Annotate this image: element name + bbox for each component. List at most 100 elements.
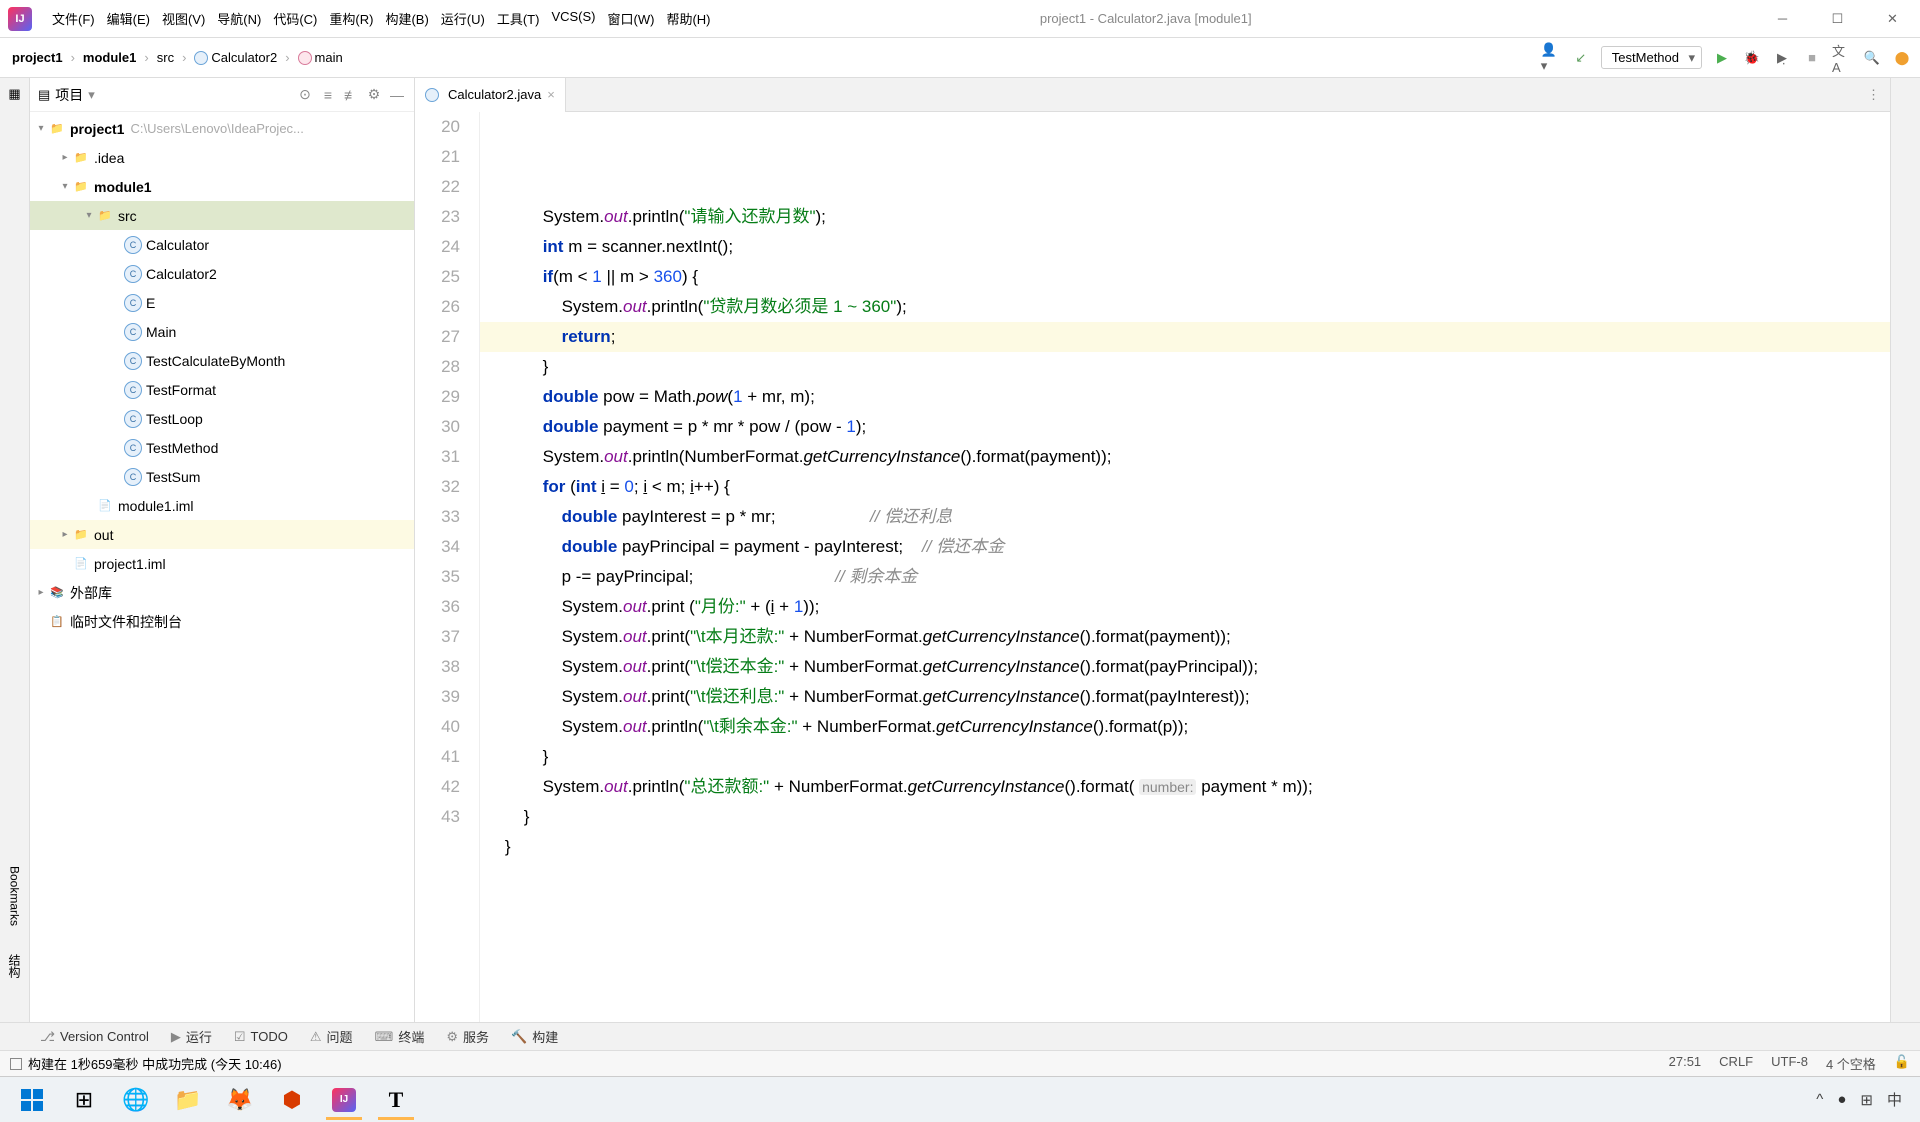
windows-taskbar: ⊞ 🌐 📁 🦊 ⬢ IJ T ^ ● ⊞ 中 [0, 1076, 1920, 1122]
java-class-icon: C [124, 294, 142, 312]
start-button[interactable] [6, 1080, 58, 1120]
dropdown-icon[interactable]: ▾ [88, 87, 95, 103]
tree-java-file[interactable]: CTestLoop [30, 404, 414, 433]
bottom-tab[interactable]: ⚠问题 [310, 1027, 353, 1046]
editor-tab-active[interactable]: Calculator2.java × [415, 78, 566, 112]
menu-item[interactable]: 帮助(H) [660, 9, 716, 28]
tray-expand-icon[interactable]: ^ [1816, 1091, 1823, 1108]
tree-java-file[interactable]: CCalculator [30, 230, 414, 259]
tree-java-file[interactable]: CE [30, 288, 414, 317]
close-button[interactable]: ✕ [1865, 0, 1920, 38]
collapse-icon[interactable]: ≢ [342, 86, 360, 104]
hide-icon[interactable]: — [388, 86, 406, 104]
bottom-tab[interactable]: ⌨终端 [375, 1027, 425, 1046]
tree-root[interactable]: ▾📁 project1C:\Users\Lenovo\IdeaProjec... [30, 114, 414, 143]
bottom-tab[interactable]: ▶运行 [171, 1027, 212, 1046]
run-button-icon[interactable]: ▶ [1712, 48, 1732, 68]
project-tree[interactable]: ▾📁 project1C:\Users\Lenovo\IdeaProjec...… [30, 112, 414, 1022]
system-tray[interactable]: ^ ● ⊞ 中 [1816, 1089, 1914, 1110]
status-encoding[interactable]: UTF-8 [1771, 1054, 1808, 1073]
menu-item[interactable]: 导航(N) [211, 9, 267, 28]
tree-iml[interactable]: 📄module1.iml [30, 491, 414, 520]
breadcrumb-src[interactable]: src [153, 48, 178, 67]
status-message: 构建在 1秒659毫秒 中成功完成 (今天 10:46) [28, 1054, 282, 1073]
tree-java-file[interactable]: CTestSum [30, 462, 414, 491]
tree-java-file[interactable]: CTestFormat [30, 375, 414, 404]
gear-icon[interactable]: ⚙ [365, 86, 383, 104]
main-menu: 文件(F)编辑(E)视图(V)导航(N)代码(C)重构(R)构建(B)运行(U)… [46, 9, 716, 28]
left-tab-bookmarks[interactable]: Bookmarks [6, 862, 24, 930]
back-build-icon[interactable]: ↙ [1571, 48, 1591, 68]
debug-button-icon[interactable]: 🐞 [1742, 48, 1762, 68]
user-icon[interactable]: 👤▾ [1541, 48, 1561, 68]
tree-java-file[interactable]: CTestMethod [30, 433, 414, 462]
breadcrumb-project[interactable]: project1 [8, 48, 67, 67]
tray-obs-icon[interactable]: ● [1837, 1091, 1846, 1108]
intellij-icon[interactable]: IJ [318, 1080, 370, 1120]
tabs-menu-icon[interactable]: ⋮ [1867, 87, 1890, 103]
status-line-sep[interactable]: CRLF [1719, 1054, 1753, 1073]
update-icon[interactable]: ⬤ [1892, 48, 1912, 68]
status-icon[interactable] [10, 1058, 22, 1070]
code-content[interactable]: System.out.println("请输入还款月数"); int m = s… [480, 112, 1890, 1022]
breadcrumb-class[interactable]: Calculator2 [190, 48, 281, 68]
tree-out[interactable]: ▸📁out [30, 520, 414, 549]
bottom-tab[interactable]: ⚙服务 [446, 1027, 489, 1046]
text-app-icon[interactable]: T [370, 1080, 422, 1120]
tray-ime-icon[interactable]: 中 [1887, 1089, 1902, 1110]
office-icon[interactable]: ⬢ [266, 1080, 318, 1120]
status-cursor-pos[interactable]: 27:51 [1669, 1054, 1702, 1073]
java-class-icon: C [124, 323, 142, 341]
tree-java-file[interactable]: CMain [30, 317, 414, 346]
code-area[interactable]: ✔ 20212223242526272829303132333435363738… [415, 112, 1890, 1022]
fold-gutter[interactable] [470, 112, 480, 1022]
run-config-selector[interactable]: TestMethod [1601, 46, 1702, 69]
project-tool-icon[interactable]: ▦ [8, 86, 20, 102]
status-lock-icon[interactable]: 🔓 [1894, 1054, 1910, 1073]
java-class-icon: C [124, 410, 142, 428]
tree-scratch[interactable]: 📋临时文件和控制台 [30, 607, 414, 636]
tree-src[interactable]: ▾📁src [30, 201, 414, 230]
expand-icon[interactable]: ≡ [319, 86, 337, 104]
tree-proj-iml[interactable]: 📄project1.iml [30, 549, 414, 578]
file-icon: 📄 [96, 497, 114, 515]
tree-ext-lib[interactable]: ▸📚外部库 [30, 578, 414, 607]
menu-item[interactable]: 文件(F) [46, 9, 101, 28]
menu-item[interactable]: 工具(T) [491, 9, 546, 28]
menu-item[interactable]: 运行(U) [435, 9, 491, 28]
menu-item[interactable]: 重构(R) [323, 9, 379, 28]
bottom-tab[interactable]: 🔨构建 [511, 1027, 558, 1046]
minimize-button[interactable]: ─ [1755, 0, 1810, 38]
tray-app-icon[interactable]: ⊞ [1860, 1091, 1873, 1109]
breadcrumb-method[interactable]: main [294, 48, 347, 68]
left-tab-structure[interactable]: 结构 [4, 950, 25, 982]
menu-item[interactable]: 窗口(W) [602, 9, 661, 28]
target-icon[interactable]: ⊙ [296, 86, 314, 104]
stop-button-icon[interactable]: ■ [1802, 48, 1822, 68]
bottom-tab[interactable]: ☑TODO [234, 1029, 288, 1045]
status-indent[interactable]: 4 个空格 [1826, 1054, 1876, 1073]
task-view-icon[interactable]: ⊞ [58, 1080, 110, 1120]
menu-item[interactable]: 代码(C) [267, 9, 323, 28]
close-tab-icon[interactable]: × [547, 87, 555, 102]
bottom-tab[interactable]: ⎇Version Control [40, 1029, 149, 1045]
right-tool-strip[interactable] [1890, 78, 1920, 1022]
menu-item[interactable]: 视图(V) [156, 9, 211, 28]
firefox-icon[interactable]: 🦊 [214, 1080, 266, 1120]
tree-module[interactable]: ▾📁module1 [30, 172, 414, 201]
breadcrumb-module[interactable]: module1 [79, 48, 140, 67]
menu-item[interactable]: 编辑(E) [101, 9, 156, 28]
tree-java-file[interactable]: CTestCalculateByMonth [30, 346, 414, 375]
editor: Calculator2.java × ⋮ ✔ 20212223242526272… [415, 78, 1890, 1022]
coverage-icon[interactable]: ▶̣ [1772, 48, 1792, 68]
tree-java-file[interactable]: CCalculator2 [30, 259, 414, 288]
translate-icon[interactable]: 文A [1832, 48, 1852, 68]
menu-item[interactable]: VCS(S) [545, 9, 601, 28]
search-icon[interactable]: 🔍 [1862, 48, 1882, 68]
library-icon: 📚 [48, 584, 66, 602]
tree-idea[interactable]: ▸📁.idea [30, 143, 414, 172]
explorer-icon[interactable]: 📁 [162, 1080, 214, 1120]
edge-icon[interactable]: 🌐 [110, 1080, 162, 1120]
menu-item[interactable]: 构建(B) [379, 9, 434, 28]
maximize-button[interactable]: ☐ [1810, 0, 1865, 38]
